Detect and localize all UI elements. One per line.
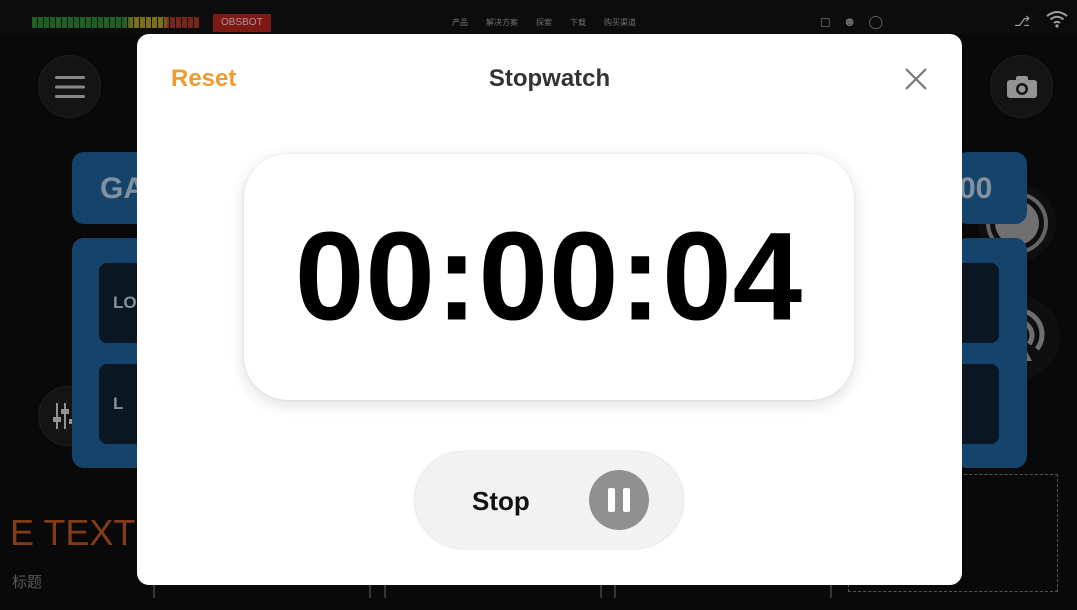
- dialog-title: Stopwatch: [488, 65, 611, 92]
- stopwatch-dialog: Reset Stopwatch 00:00:04 Stop: [137, 34, 962, 585]
- close-icon[interactable]: [901, 64, 931, 94]
- time-display: 00:00:04: [244, 154, 854, 400]
- elapsed-time: 00:00:04: [294, 207, 804, 347]
- stop-button[interactable]: Stop: [415, 452, 683, 548]
- stop-label: Stop: [472, 486, 530, 516]
- pause-icon: [589, 470, 649, 530]
